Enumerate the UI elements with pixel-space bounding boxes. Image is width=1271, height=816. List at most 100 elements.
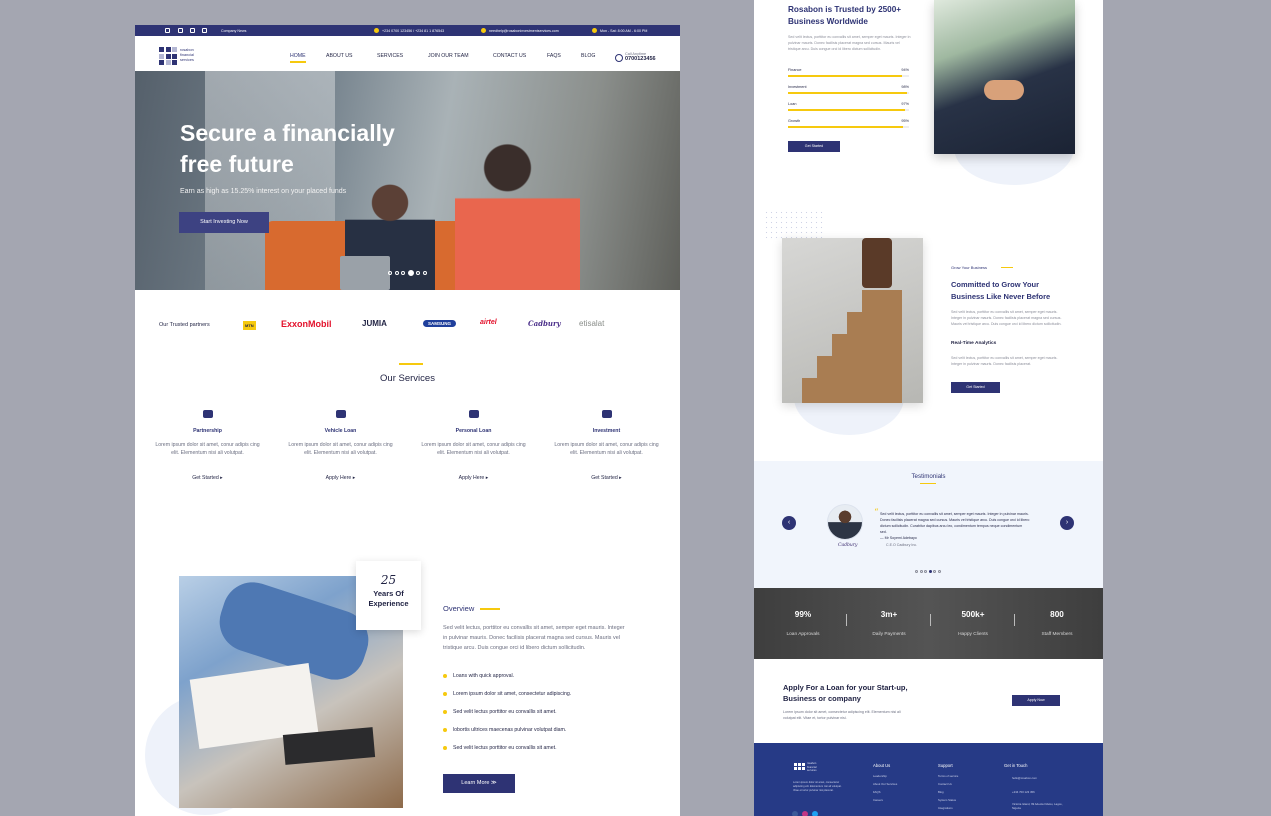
carousel-dot[interactable] xyxy=(416,271,420,275)
footer-link[interactable]: About Our Services xyxy=(873,782,897,786)
service-link[interactable]: Get Started ▸ xyxy=(192,475,223,481)
footer-link[interactable]: FAQS xyxy=(873,790,880,794)
progress-track xyxy=(788,92,909,94)
start-investing-button[interactable]: Start Investing Now xyxy=(179,212,269,233)
carousel-dot[interactable] xyxy=(401,271,405,275)
nav-home[interactable]: HOME xyxy=(290,53,306,63)
carousel-dot-active[interactable] xyxy=(407,270,414,276)
stat-daily-payments: 3m+ Daily Payments xyxy=(872,610,906,637)
list-item: Lorem ipsum dolor sit amet, consectetur … xyxy=(443,691,571,709)
footer-link[interactable]: Careers xyxy=(873,798,883,802)
instagram-icon[interactable] xyxy=(802,811,808,816)
facebook-icon[interactable] xyxy=(792,811,798,816)
instagram-icon[interactable] xyxy=(190,28,195,33)
avatar xyxy=(827,504,863,540)
analytics-title: Real-Time Analytics xyxy=(951,341,997,346)
headset-icon xyxy=(615,54,623,62)
footer-contact-phone[interactable]: +234 700 123 456 xyxy=(1012,790,1035,794)
service-link[interactable]: Get Started ▸ xyxy=(591,475,622,481)
nav-about-us[interactable]: ABOUT US xyxy=(326,53,352,59)
footer-link[interactable]: Leadership xyxy=(873,774,887,778)
money-bag-icon xyxy=(468,410,479,418)
progress-bar-investment: Investment 98% xyxy=(788,85,909,94)
divider xyxy=(1014,614,1015,626)
list-item: Sed velit lectus porttitor eu convallis … xyxy=(443,709,571,727)
prev-arrow-icon[interactable]: ‹ xyxy=(782,516,796,530)
car-icon xyxy=(335,410,346,418)
overview-title: Overview xyxy=(443,604,475,613)
progress-track xyxy=(788,75,909,77)
nav-services[interactable]: SERVICES xyxy=(377,53,403,59)
divider xyxy=(846,614,847,626)
list-item: lobortis ultrices maecenas pulvinar volu… xyxy=(443,727,571,745)
get-started-button[interactable]: Get Started xyxy=(788,141,840,152)
twitter-icon[interactable] xyxy=(812,811,818,816)
stats-band: 99% Loan Approvals 3m+ Daily Payments 500k… xyxy=(754,588,1103,659)
service-text: Lorem ipsum dolor sit amet, conur adipis… xyxy=(554,442,659,456)
apply-now-button[interactable]: Apply Now xyxy=(1012,695,1060,706)
partners-label: Our Trusted partners xyxy=(159,322,210,328)
footer-link[interactable]: System Status xyxy=(938,798,956,802)
overview-underline xyxy=(480,608,500,610)
footer-link[interactable]: Integrations xyxy=(938,806,953,810)
quote-icon: “ xyxy=(874,508,879,518)
partner-logo-samsung: SAMSUNG xyxy=(423,320,457,327)
nav-faqs[interactable]: FAQS xyxy=(547,53,561,59)
footer-description: Lorem ipsum dolor sit amet, consectetur … xyxy=(793,781,842,792)
service-title: Investment xyxy=(592,428,621,434)
twitter-icon[interactable] xyxy=(178,28,183,33)
nav-join-our-team[interactable]: JOIN OUR TEAM xyxy=(428,53,469,59)
piggy-bank-icon xyxy=(601,410,612,418)
nav-blog[interactable]: BLOG xyxy=(581,53,595,59)
progress-track xyxy=(788,109,909,111)
learn-more-button[interactable]: Learn More ≫ xyxy=(443,774,515,793)
facebook-icon[interactable] xyxy=(165,28,170,33)
experience-badge: 25 Years Of Experience xyxy=(356,561,421,630)
carousel-dot-active[interactable] xyxy=(928,570,932,573)
nav-contact-us[interactable]: CONTACT US xyxy=(493,53,526,59)
service-text: Lorem ipsum dolor sit amet, conur adipis… xyxy=(155,442,260,456)
carousel-dot[interactable] xyxy=(388,271,392,275)
call-anytime[interactable]: Call Anytime 0700123456 xyxy=(625,52,656,62)
stat-happy-clients: 500k+ Happy Clients xyxy=(958,610,988,637)
carousel-dot[interactable] xyxy=(394,271,399,275)
progress-value: 98% xyxy=(901,85,909,89)
decorative-dot-grid xyxy=(764,210,824,240)
progress-label: Growth 95% xyxy=(788,119,909,123)
progress-label: Investment 98% xyxy=(788,85,909,89)
footer-contact-email[interactable]: hello@rosabon.com xyxy=(1012,776,1037,780)
get-started-button[interactable]: Get Started xyxy=(951,382,1000,393)
progress-label: Finance 94% xyxy=(788,68,909,72)
progress-value: 94% xyxy=(901,68,909,72)
footer-link[interactable]: Contact Us xyxy=(938,782,952,786)
partner-logo-mtn: MTN xyxy=(243,321,256,330)
footer-logo-icon[interactable] xyxy=(794,763,805,770)
company-news-link[interactable]: Company News xyxy=(221,29,246,33)
progress-track xyxy=(788,126,909,128)
brand-logo-icon[interactable] xyxy=(159,47,177,65)
progress-bar-loan: Loan 97% xyxy=(788,102,909,111)
footer-link[interactable]: Terms of service xyxy=(938,774,958,778)
carousel-dot[interactable] xyxy=(937,570,941,573)
service-card-personal-loan: Personal Loan Lorem ipsum dolor sit amet… xyxy=(421,410,526,484)
next-arrow-icon[interactable]: › xyxy=(1060,516,1074,530)
list-item: Sed velit lectus porttitor eu convallis … xyxy=(443,745,571,763)
carousel-dot[interactable] xyxy=(933,570,936,573)
progress-value: 95% xyxy=(901,119,909,123)
footer-link[interactable]: Blog xyxy=(938,790,944,794)
service-link[interactable]: Apply Here ▸ xyxy=(326,475,356,481)
linkedin-icon[interactable] xyxy=(202,28,207,33)
carousel-dot[interactable] xyxy=(915,570,918,573)
hero-image-laptop xyxy=(340,256,390,290)
progress-value: 97% xyxy=(901,102,909,106)
service-card-vehicle-loan: Vehicle Loan Lorem ipsum dolor sit amet,… xyxy=(288,410,393,484)
carousel-dot[interactable] xyxy=(422,271,427,275)
progress-fill xyxy=(788,75,902,77)
testimonials-title: Testimonials xyxy=(911,473,946,480)
footer-contact-address: Victoria Island, 99 Adeola Odeku, Lagos,… xyxy=(1012,802,1063,810)
carousel-dot[interactable] xyxy=(924,570,927,573)
service-link[interactable]: Apply Here ▸ xyxy=(459,475,489,481)
topbar-email[interactable]: needhelp@rosaboninvestmentservices.com xyxy=(489,29,559,33)
carousel-dot[interactable] xyxy=(919,570,923,573)
partner-logo-etisalat: etisalat xyxy=(579,319,605,328)
